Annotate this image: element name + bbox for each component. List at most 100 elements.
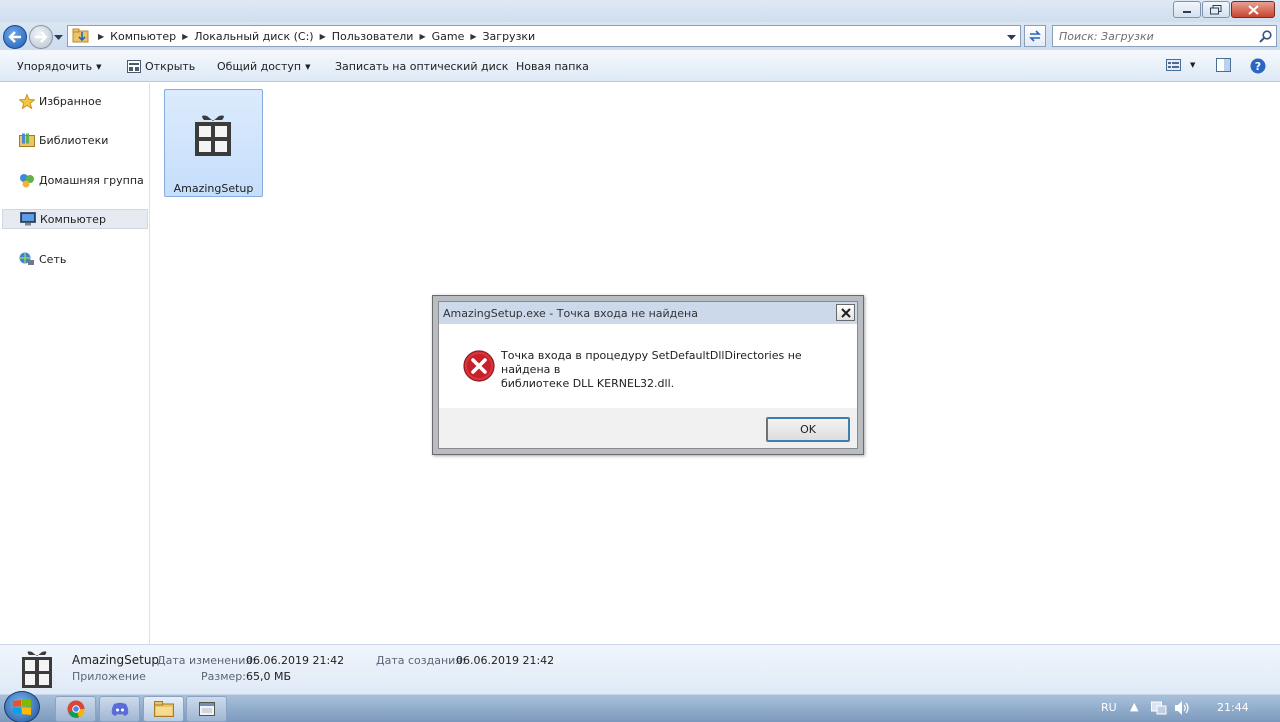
- nav-label-favorites: Избранное: [39, 94, 102, 108]
- breadcrumb: ▶ Компьютер ▶ Локальный диск (C:) ▶ Поль…: [96, 30, 539, 43]
- dialog-message: Точка входа в процедуру SetDefaultDllDir…: [501, 349, 841, 391]
- help-button[interactable]: ?: [1250, 58, 1266, 74]
- svg-text:?: ?: [1255, 60, 1261, 73]
- nav-label-computer: Компьютер: [40, 212, 106, 226]
- share-button[interactable]: Общий доступ ▼: [217, 60, 310, 73]
- command-bar: Упорядочить ▼ Открыть Общий доступ ▼ Зап…: [0, 50, 1280, 82]
- breadcrumb-users[interactable]: Пользователи: [328, 30, 418, 43]
- close-button[interactable]: [1231, 1, 1275, 18]
- chevron-down-icon: ▼: [305, 62, 311, 71]
- taskbar-explorer[interactable]: [143, 696, 184, 722]
- language-indicator[interactable]: RU: [1101, 701, 1117, 714]
- details-modified-value: 06.06.2019 21:42: [246, 654, 345, 667]
- new-folder-label: Новая папка: [516, 60, 589, 73]
- breadcrumb-separator-icon: ▶: [98, 31, 105, 41]
- navigation-pane: Избранное Библиотеки Домашняя группа Ком…: [0, 83, 150, 644]
- burn-button[interactable]: Записать на оптический диск: [335, 60, 508, 73]
- open-label: Открыть: [145, 60, 196, 73]
- chevron-down-icon: [54, 35, 63, 40]
- organize-button[interactable]: Упорядочить ▼: [17, 60, 102, 73]
- arrow-right-icon: [35, 31, 48, 43]
- chrome-icon: [67, 700, 85, 718]
- volume-icon[interactable]: [1174, 700, 1190, 716]
- tray-overflow-icon[interactable]: ▲: [1130, 700, 1138, 713]
- view-options-button[interactable]: ▼: [1166, 58, 1195, 72]
- dialog-message-line2: библиотеке DLL KERNEL32.dll.: [501, 377, 675, 390]
- folder-icon: [72, 28, 89, 43]
- open-button[interactable]: Открыть: [127, 60, 195, 73]
- nav-label-libraries: Библиотеки: [39, 133, 109, 147]
- close-icon: [1247, 4, 1259, 15]
- file-item-amazingsetup[interactable]: AmazingSetup: [164, 89, 263, 197]
- address-history-dropdown[interactable]: [1007, 31, 1016, 44]
- breadcrumb-computer[interactable]: Компьютер: [106, 30, 180, 43]
- back-button[interactable]: [3, 25, 27, 49]
- network-status-icon[interactable]: [1151, 700, 1167, 716]
- installer-icon: [195, 115, 231, 156]
- view-icon: [1166, 59, 1181, 71]
- search-icon[interactable]: [1259, 30, 1272, 43]
- breadcrumb-downloads[interactable]: Загрузки: [479, 30, 540, 43]
- nav-item-favorites[interactable]: Избранное: [2, 91, 148, 111]
- start-button[interactable]: [4, 691, 40, 722]
- windows-logo-icon: [13, 699, 31, 715]
- nav-item-homegroup[interactable]: Домашняя группа: [2, 170, 148, 190]
- preview-pane-button[interactable]: [1216, 58, 1232, 72]
- forward-button[interactable]: [29, 25, 53, 49]
- nav-item-computer[interactable]: Компьютер: [2, 209, 148, 229]
- taskbar-discord[interactable]: [99, 696, 140, 722]
- dialog-title: AmazingSetup.exe - Точка входа не найден…: [439, 302, 857, 324]
- details-file-type: Приложение: [72, 670, 146, 683]
- dialog-message-line1: Точка входа в процедуру SetDefaultDllDir…: [501, 349, 802, 376]
- nav-label-homegroup: Домашняя группа: [39, 173, 144, 187]
- new-folder-button[interactable]: Новая папка: [516, 60, 589, 73]
- breadcrumb-local-disk[interactable]: Локальный диск (C:): [190, 30, 317, 43]
- minimize-button[interactable]: [1173, 1, 1201, 18]
- breadcrumb-separator-icon[interactable]: ▶: [180, 32, 190, 41]
- chevron-down-icon: ▼: [96, 62, 102, 71]
- breadcrumb-separator-icon[interactable]: ▶: [468, 32, 478, 41]
- details-created-label: Дата создания:: [376, 654, 466, 667]
- star-icon: [19, 93, 35, 109]
- taskbar-window[interactable]: [186, 696, 227, 722]
- window-icon: [198, 702, 215, 716]
- preview-pane-icon: [1216, 58, 1231, 72]
- breadcrumb-separator-icon[interactable]: ▶: [417, 32, 427, 41]
- installer-icon: [22, 651, 52, 688]
- library-icon: [19, 133, 35, 147]
- maximize-button[interactable]: [1202, 1, 1230, 18]
- minimize-icon: [1183, 10, 1191, 13]
- dialog-footer: OK: [439, 408, 857, 448]
- network-icon: [19, 252, 34, 265]
- details-pane: AmazingSetup Приложение Дата изменения: …: [0, 644, 1280, 694]
- dialog-close-button[interactable]: [836, 304, 855, 321]
- arrow-left-icon: [8, 31, 21, 43]
- clock[interactable]: 21:44: [1217, 701, 1249, 714]
- window-controls: [1173, 1, 1275, 18]
- organize-label: Упорядочить: [17, 60, 93, 73]
- nav-item-libraries[interactable]: Библиотеки: [2, 130, 148, 150]
- nav-item-network[interactable]: Сеть: [2, 249, 148, 269]
- dialog-frame: AmazingSetup.exe - Точка входа не найден…: [438, 301, 858, 449]
- help-icon: ?: [1250, 58, 1266, 74]
- file-name: AmazingSetup: [173, 182, 254, 195]
- address-bar[interactable]: ▶ Компьютер ▶ Локальный диск (C:) ▶ Поль…: [67, 25, 1021, 47]
- details-file-name: AmazingSetup: [72, 653, 160, 667]
- burn-label: Записать на оптический диск: [335, 60, 509, 73]
- homegroup-icon: [20, 173, 34, 187]
- share-label: Общий доступ: [217, 60, 302, 73]
- recent-pages-dropdown[interactable]: [54, 31, 63, 44]
- taskbar-chrome[interactable]: [55, 696, 96, 722]
- details-size-value: 65,0 МБ: [246, 670, 292, 683]
- details-size-label: Размер:: [201, 670, 246, 683]
- ok-button[interactable]: OK: [766, 417, 850, 442]
- breadcrumb-separator-icon[interactable]: ▶: [318, 32, 328, 41]
- dialog-body: Точка входа в процедуру SetDefaultDllDir…: [439, 324, 857, 408]
- search-input[interactable]: [1059, 29, 1239, 43]
- search-box[interactable]: [1052, 25, 1277, 47]
- breadcrumb-game[interactable]: Game: [428, 30, 469, 43]
- nav-label-network: Сеть: [39, 252, 67, 266]
- refresh-button[interactable]: [1024, 25, 1046, 47]
- taskbar: RU ▲ 21:44: [0, 691, 1280, 722]
- close-icon: [840, 307, 851, 318]
